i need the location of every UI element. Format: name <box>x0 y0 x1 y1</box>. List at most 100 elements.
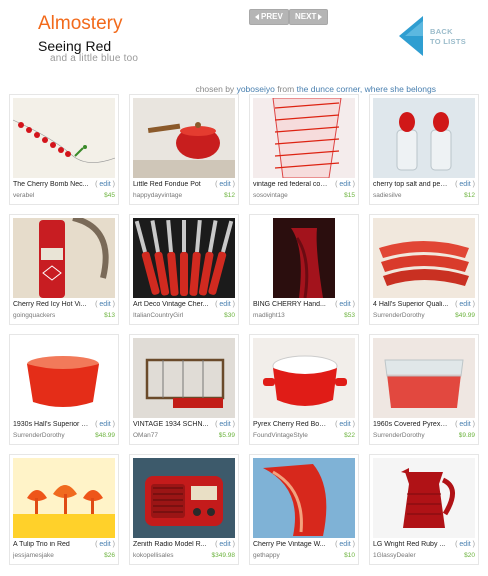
item-card[interactable]: 1930s Hall's Superior Qu... ( edit ) Surre… <box>9 334 119 445</box>
item-title[interactable]: cherry top salt and pep... <box>373 181 449 188</box>
item-shop[interactable]: kokopellisales <box>133 552 203 559</box>
edit-link[interactable]: ( edit ) <box>95 421 115 428</box>
item-price: $15 <box>344 192 355 199</box>
prev-button[interactable]: PREV <box>249 9 289 25</box>
item-price: $12 <box>224 192 235 199</box>
item-thumbnail[interactable] <box>373 338 475 418</box>
item-card[interactable]: Little Red Fondue Pot ( edit ) happydayvin… <box>129 94 239 205</box>
edit-link[interactable]: ( edit ) <box>335 181 355 188</box>
item-shop[interactable]: goingquackers <box>13 312 83 319</box>
chevron-right-icon <box>318 14 323 20</box>
edit-link[interactable]: ( edit ) <box>335 301 355 308</box>
item-thumbnail[interactable] <box>253 218 355 298</box>
item-shop[interactable]: madlight13 <box>253 312 323 319</box>
item-title[interactable]: LG Wright Red Ruby ... <box>373 541 449 548</box>
item-title[interactable]: The Cherry Bomb Nec... <box>13 181 89 188</box>
edit-link[interactable]: ( edit ) <box>335 541 355 548</box>
curator-link[interactable]: yoboseiyo <box>237 84 275 94</box>
next-label: NEXT <box>295 12 317 21</box>
item-card[interactable]: cherry top salt and pep... ( edit ) sadies… <box>369 94 479 205</box>
item-shop[interactable]: SurrenderDorothy <box>373 432 443 439</box>
edit-link[interactable]: ( edit ) <box>95 181 115 188</box>
edit-link[interactable]: ( edit ) <box>95 541 115 548</box>
item-price: $26 <box>104 552 115 559</box>
item-shop[interactable]: sadiesilve <box>373 192 443 199</box>
item-title[interactable]: 4 Hall's Superior Quali... <box>373 301 449 308</box>
item-thumbnail[interactable] <box>133 338 235 418</box>
item-card[interactable]: Cherry Red Icy Hot Vi... ( edit ) goingqua… <box>9 214 119 325</box>
item-price: $9.89 <box>458 432 475 439</box>
item-thumbnail[interactable] <box>133 98 235 178</box>
item-shop[interactable]: OMan77 <box>133 432 203 439</box>
item-thumbnail[interactable] <box>13 218 115 298</box>
prev-label: PREV <box>261 12 283 21</box>
item-title[interactable]: BING CHERRY Hand... <box>253 301 329 308</box>
item-shop[interactable]: SurrenderDorothy <box>13 432 83 439</box>
item-title[interactable]: Cherry Red Icy Hot Vi... <box>13 301 89 308</box>
item-shop[interactable]: jessjamesjake <box>13 552 83 559</box>
item-title[interactable]: 1960s Covered Pyrex Fr... <box>373 421 449 428</box>
item-thumbnail[interactable] <box>373 458 475 538</box>
chevron-left-icon <box>255 14 259 20</box>
item-thumbnail[interactable] <box>13 98 115 178</box>
item-title[interactable]: Art Deco Vintage Cher... <box>133 301 209 308</box>
brand-name[interactable]: Almostery <box>38 13 122 35</box>
item-card[interactable]: vintage red federal cockt... ( edit ) soso… <box>249 94 359 205</box>
edit-link[interactable]: ( edit ) <box>215 421 235 428</box>
item-card[interactable]: Zenith Radio Model R... ( edit ) kokopelli… <box>129 454 239 565</box>
item-price: $53 <box>344 312 355 319</box>
item-shop[interactable]: sosovintage <box>253 192 323 199</box>
item-card[interactable]: Art Deco Vintage Cher... ( edit ) ItalianC… <box>129 214 239 325</box>
item-thumbnail[interactable] <box>373 98 475 178</box>
edit-link[interactable]: ( edit ) <box>215 541 235 548</box>
back-arrow-icon <box>399 16 423 56</box>
item-title[interactable]: 1930s Hall's Superior Qu... <box>13 421 89 428</box>
edit-link[interactable]: ( edit ) <box>215 301 235 308</box>
edit-link[interactable]: ( edit ) <box>95 301 115 308</box>
item-thumbnail[interactable] <box>253 338 355 418</box>
edit-link[interactable]: ( edit ) <box>335 421 355 428</box>
edit-link[interactable]: ( edit ) <box>455 301 475 308</box>
source-link[interactable]: the dunce corner, where she belongs <box>297 84 436 94</box>
item-title[interactable]: vintage red federal cockt... <box>253 181 329 188</box>
item-title[interactable]: A Tulip Trio in Red <box>13 541 89 548</box>
back-to-lists-label: BACK TO LISTS <box>430 27 467 46</box>
item-thumbnail[interactable] <box>133 458 235 538</box>
item-price: $45 <box>104 192 115 199</box>
item-card[interactable]: Pyrex Cherry Red Bow... ( edit ) FoundVint… <box>249 334 359 445</box>
item-card[interactable]: The Cherry Bomb Nec... ( edit ) verabel $45 <box>9 94 119 205</box>
item-card[interactable]: 4 Hall's Superior Quali... ( edit ) Surren… <box>369 214 479 325</box>
edit-link[interactable]: ( edit ) <box>455 421 475 428</box>
item-thumbnail[interactable] <box>253 98 355 178</box>
item-title[interactable]: Pyrex Cherry Red Bow... <box>253 421 329 428</box>
item-shop[interactable]: ItalianCountryGirl <box>133 312 203 319</box>
item-title[interactable]: VINTAGE 1934 SCHN... <box>133 421 209 428</box>
back-to-lists-button[interactable]: BACK TO LISTS <box>399 16 469 56</box>
item-thumbnail[interactable] <box>13 458 115 538</box>
next-button[interactable]: NEXT <box>289 9 329 25</box>
item-price: $30 <box>224 312 235 319</box>
edit-link[interactable]: ( edit ) <box>215 181 235 188</box>
item-thumbnail[interactable] <box>253 458 355 538</box>
item-shop[interactable]: happydayvintage <box>133 192 203 199</box>
item-card[interactable]: Cherry Pie Vintage W... ( edit ) gethappy $… <box>249 454 359 565</box>
item-shop[interactable]: FoundVintageStyle <box>253 432 323 439</box>
edit-link[interactable]: ( edit ) <box>455 541 475 548</box>
item-title[interactable]: Little Red Fondue Pot <box>133 181 209 188</box>
item-title[interactable]: Zenith Radio Model R... <box>133 541 209 548</box>
item-card[interactable]: BING CHERRY Hand... ( edit ) madlight13 $53 <box>249 214 359 325</box>
item-shop[interactable]: SurrenderDorothy <box>373 312 443 319</box>
item-shop[interactable]: gethappy <box>253 552 323 559</box>
item-thumbnail[interactable] <box>13 338 115 418</box>
item-thumbnail[interactable] <box>373 218 475 298</box>
item-card[interactable]: A Tulip Trio in Red ( edit ) jessjamesjake… <box>9 454 119 565</box>
item-thumbnail[interactable] <box>133 218 235 298</box>
item-title[interactable]: Cherry Pie Vintage W... <box>253 541 329 548</box>
item-card[interactable]: 1960s Covered Pyrex Fr... ( edit ) Surrend… <box>369 334 479 445</box>
item-shop[interactable]: verabel <box>13 192 83 199</box>
page-title: Seeing Red <box>38 38 112 54</box>
item-card[interactable]: LG Wright Red Ruby ... ( edit ) 1GlassyDea… <box>369 454 479 565</box>
item-card[interactable]: VINTAGE 1934 SCHN... ( edit ) OMan77 $5.99 <box>129 334 239 445</box>
item-shop[interactable]: 1GlassyDealer <box>373 552 443 559</box>
edit-link[interactable]: ( edit ) <box>455 181 475 188</box>
